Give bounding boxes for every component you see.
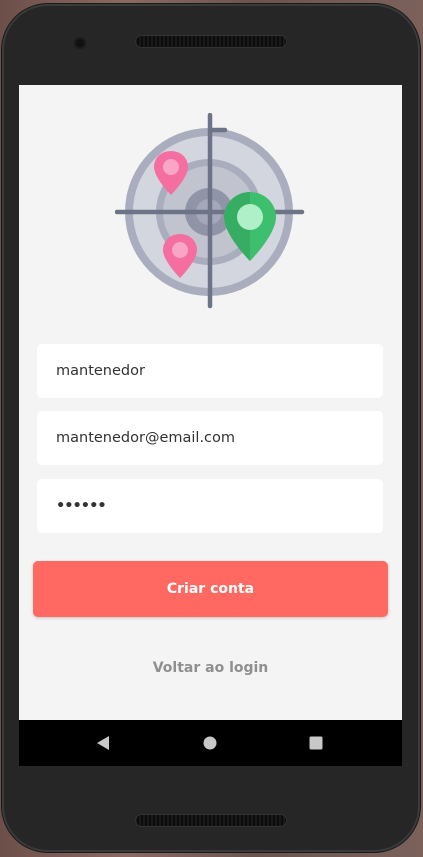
create-account-label: Criar conta — [166, 581, 255, 597]
password-masked-value[interactable]: •••••• — [56, 498, 107, 514]
home-button[interactable] — [187, 720, 233, 766]
app-screen: •••••• Criar conta Voltar ao login — [19, 85, 402, 766]
bottom-speaker — [135, 814, 287, 827]
email-input[interactable] — [56, 430, 383, 446]
password-field[interactable]: •••••• — [37, 479, 383, 533]
back-to-login-link[interactable]: Voltar ao login — [19, 660, 402, 676]
front-camera — [74, 37, 86, 49]
back-to-login-label: Voltar ao login — [152, 660, 269, 676]
recents-button[interactable] — [293, 720, 339, 766]
android-navigation-bar — [19, 720, 402, 766]
email-field[interactable] — [37, 411, 383, 465]
back-triangle-icon — [97, 736, 109, 750]
create-account-button[interactable]: Criar conta — [33, 561, 388, 617]
top-speaker — [135, 35, 287, 48]
back-button[interactable] — [80, 720, 126, 766]
location-radar-logo-icon — [115, 113, 305, 309]
name-field[interactable] — [37, 344, 383, 398]
recents-square-icon — [309, 736, 323, 750]
home-circle-icon — [203, 736, 217, 750]
name-input[interactable] — [56, 363, 383, 379]
